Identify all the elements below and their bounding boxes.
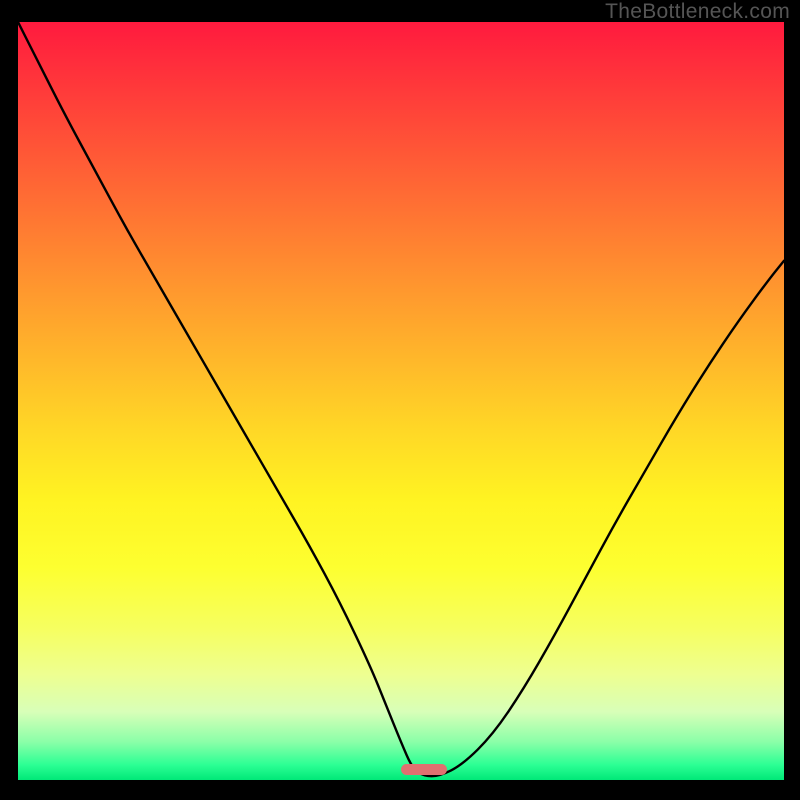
chart-gradient-background (18, 22, 784, 780)
watermark-text: TheBottleneck.com (605, 0, 790, 24)
minimum-marker (401, 764, 447, 775)
chart-frame: TheBottleneck.com (0, 0, 800, 800)
